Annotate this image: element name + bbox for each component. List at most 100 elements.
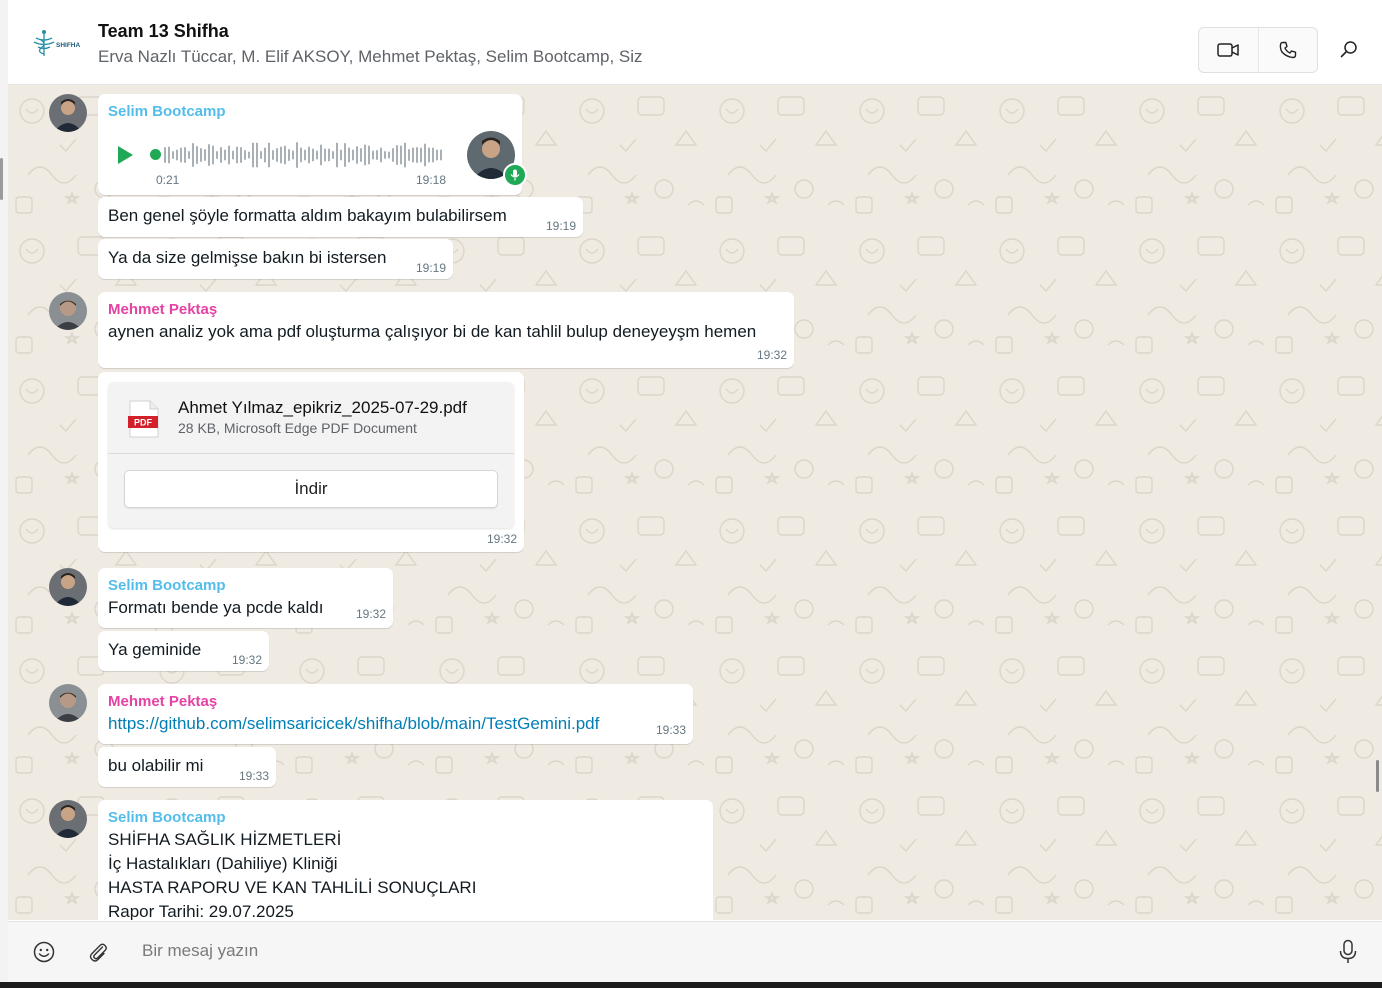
play-button[interactable] xyxy=(114,144,136,166)
waveform-bar xyxy=(424,143,426,167)
avatar-mehmet-pektas[interactable] xyxy=(49,684,87,722)
report-line: HASTA RAPORU VE KAN TAHLİLİ SONUÇLARI xyxy=(108,878,477,897)
taskbar-edge xyxy=(0,982,1382,988)
mic-icon xyxy=(1339,939,1357,963)
audio-waveform[interactable] xyxy=(164,138,444,172)
message-composer xyxy=(8,921,1382,983)
waveform-bar xyxy=(172,151,174,159)
waveform-bar xyxy=(348,147,350,163)
emoji-button[interactable] xyxy=(32,940,56,964)
waveform-bar xyxy=(332,151,334,159)
document-meta: 28 KB, Microsoft Edge PDF Document xyxy=(178,420,417,436)
waveform-bar xyxy=(392,148,394,162)
message-input[interactable] xyxy=(140,936,1304,966)
waveform-bar xyxy=(356,146,358,164)
voice-call-button[interactable] xyxy=(1257,28,1318,72)
mic-icon xyxy=(510,169,520,181)
play-icon xyxy=(118,146,133,164)
waveform-bar xyxy=(280,146,282,164)
waveform-bar xyxy=(304,149,306,161)
sender-name[interactable]: Selim Bootcamp xyxy=(108,103,226,120)
resize-handle[interactable] xyxy=(0,158,3,200)
avatar-selim-bootcamp[interactable] xyxy=(49,800,87,838)
waveform-bar xyxy=(352,149,354,161)
message-time: 19:19 xyxy=(546,219,577,233)
waveform-bar xyxy=(324,148,326,162)
voice-call-icon xyxy=(1279,41,1296,59)
waveform-bar xyxy=(360,148,362,162)
voice-message[interactable]: Selim Bootcamp 0:21 19:18 xyxy=(98,94,527,195)
waveform-bar xyxy=(340,149,342,161)
chat-window: SHIFHA Team 13 Shifha Erva Nazlı Tüccar,… xyxy=(8,0,1382,983)
message-link[interactable]: https://github.com/selimsaricicek/shifha… xyxy=(108,714,599,734)
call-buttons xyxy=(1198,27,1318,73)
waveform-bar xyxy=(376,150,378,160)
voice-record-button[interactable] xyxy=(1336,939,1360,965)
document-message[interactable]: PDF Ahmet Yılmaz_epikriz_2025-07-29.pdf … xyxy=(98,372,524,552)
waveform-bar xyxy=(192,143,194,167)
video-call-icon xyxy=(1217,43,1239,57)
attach-button[interactable] xyxy=(86,940,110,964)
message-text: Formatı bende ya pcde kaldı xyxy=(108,598,324,617)
scrollbar-thumb[interactable] xyxy=(1376,760,1379,792)
message-time: 19:33 xyxy=(656,723,687,737)
avatar-selim-bootcamp[interactable] xyxy=(49,568,87,606)
message-list[interactable]: Selim Bootcamp 0:21 19:18 Ben genel şöyl… xyxy=(8,85,1382,920)
text-message[interactable]: Selim Bootcamp SHİFHA SAĞLIK HİZMETLERİ … xyxy=(98,800,713,920)
waveform-bar xyxy=(320,144,322,166)
waveform-bar xyxy=(216,151,218,159)
text-message[interactable]: Mehmet Pektaş aynen analiz yok ama pdf o… xyxy=(98,292,794,368)
audio-seek-handle[interactable] xyxy=(150,149,161,160)
message-text: Ya geminide xyxy=(108,640,202,659)
waveform-bar xyxy=(400,145,402,165)
waveform-bar xyxy=(428,147,430,163)
waveform-bar xyxy=(388,151,390,159)
video-call-button[interactable] xyxy=(1199,28,1258,72)
waveform-bar xyxy=(284,145,286,165)
message-text: aynen analiz yok ama pdf oluşturma çalış… xyxy=(108,322,757,341)
download-button[interactable]: İndir xyxy=(124,470,498,508)
report-line: SHİFHA SAĞLIK HİZMETLERİ xyxy=(108,830,342,849)
avatar-mehmet-pektas[interactable] xyxy=(49,292,87,330)
avatar-selim-bootcamp[interactable] xyxy=(49,94,87,132)
voice-duration: 0:21 xyxy=(156,173,180,187)
text-message[interactable]: Ben genel şöyle formatta aldım bakayım b… xyxy=(98,197,583,237)
sender-name[interactable]: Mehmet Pektaş xyxy=(108,693,217,710)
waveform-bar xyxy=(252,142,254,168)
search-icon xyxy=(1340,41,1357,58)
report-line: Rapor Tarihi: 29.07.2025 xyxy=(108,902,294,920)
waveform-bar xyxy=(240,147,242,163)
message-text: Ya da size gelmişse bakın bi istersen xyxy=(108,248,387,267)
svg-text:PDF: PDF xyxy=(134,418,153,428)
waveform-bar xyxy=(344,143,346,167)
text-message[interactable]: Mehmet Pektaş https://github.com/selimsa… xyxy=(98,684,693,744)
waveform-bar xyxy=(212,145,214,165)
sender-name[interactable]: Selim Bootcamp xyxy=(108,577,226,594)
waveform-bar xyxy=(432,147,434,163)
text-message[interactable]: Ya geminide 19:32 xyxy=(98,631,269,671)
waveform-bar xyxy=(380,147,382,163)
document-card[interactable]: PDF Ahmet Yılmaz_epikriz_2025-07-29.pdf … xyxy=(108,382,514,528)
attach-icon xyxy=(89,943,107,962)
chat-header[interactable]: SHIFHA Team 13 Shifha Erva Nazlı Tüccar,… xyxy=(8,4,1382,85)
waveform-bar xyxy=(268,142,270,168)
waveform-bar xyxy=(228,145,230,165)
waveform-bar xyxy=(416,147,418,163)
search-button[interactable] xyxy=(1334,34,1364,64)
group-avatar[interactable]: SHIFHA xyxy=(30,26,86,62)
sender-name[interactable]: Mehmet Pektaş xyxy=(108,301,217,318)
waveform-bar xyxy=(244,150,246,160)
voice-mic-badge xyxy=(503,163,527,187)
text-message[interactable]: Ya da size gelmişse bakın bi istersen 19… xyxy=(98,239,453,279)
waveform-bar xyxy=(232,150,234,160)
waveform-bar xyxy=(372,150,374,160)
sender-name[interactable]: Selim Bootcamp xyxy=(108,809,226,826)
waveform-bar xyxy=(180,147,182,163)
waveform-bar xyxy=(204,149,206,161)
message-time: 19:32 xyxy=(356,607,387,621)
text-message[interactable]: Selim Bootcamp Formatı bende ya pcde kal… xyxy=(98,568,393,628)
text-message[interactable]: bu olabilir mi 19:33 xyxy=(98,747,276,787)
waveform-bar xyxy=(408,149,410,161)
waveform-bar xyxy=(256,142,258,168)
waveform-bar xyxy=(312,148,314,162)
